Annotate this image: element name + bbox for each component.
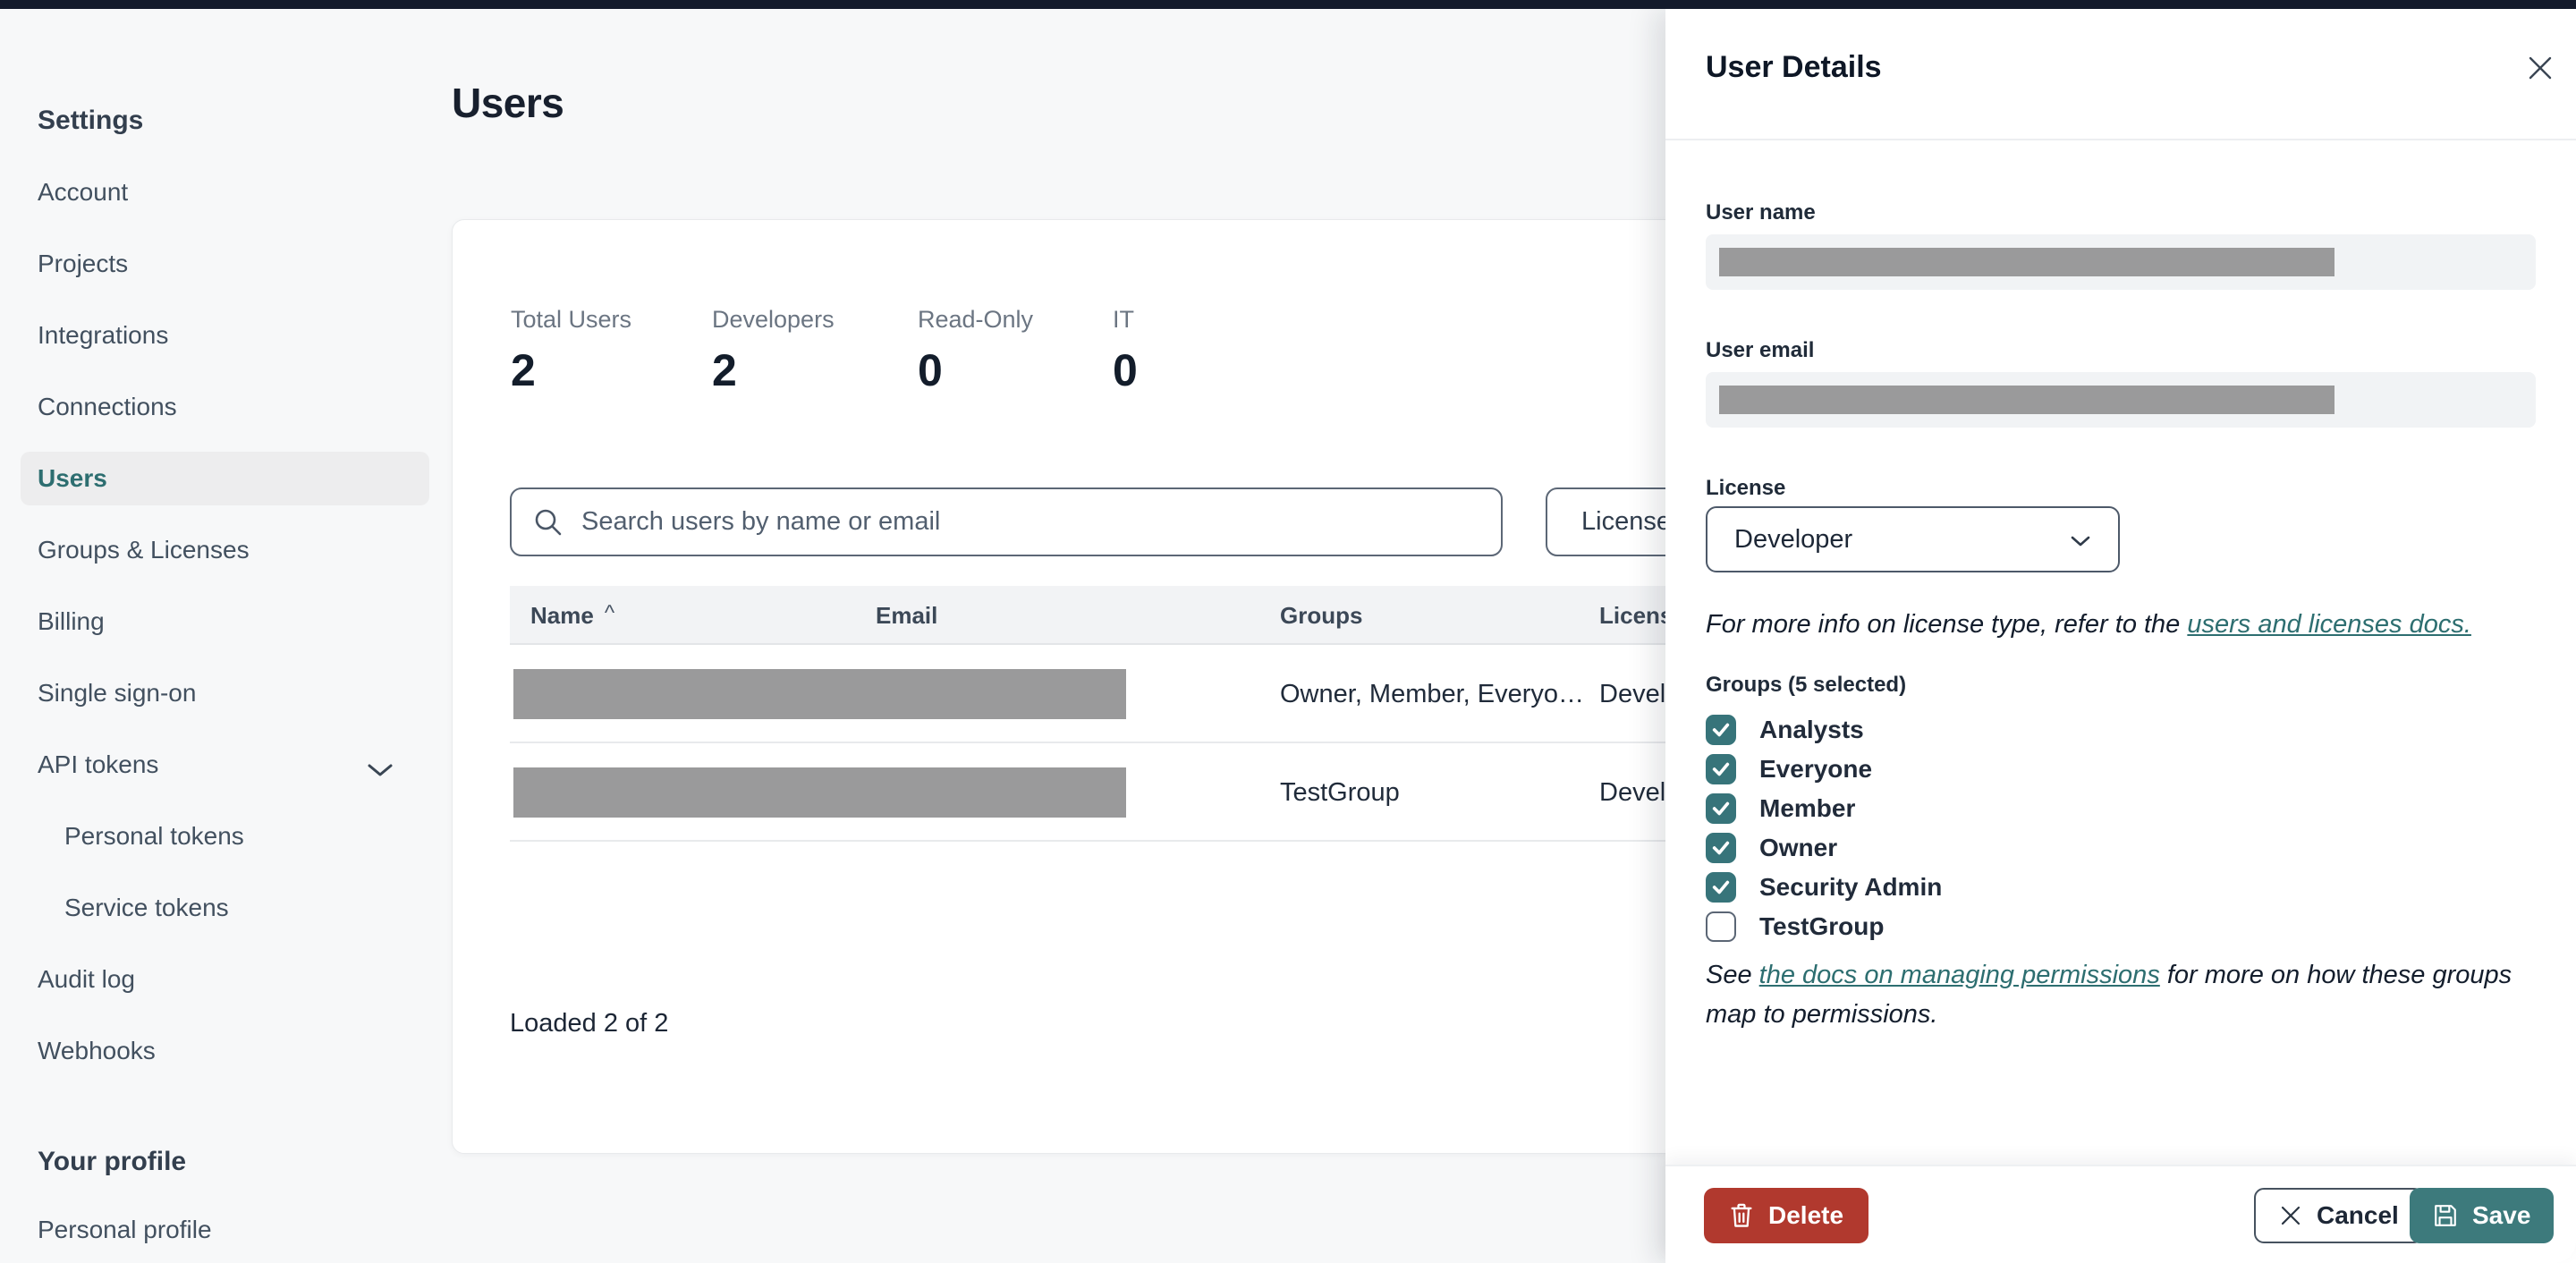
profile-sidebar: Personal profile — [21, 1203, 429, 1263]
check-icon — [1712, 801, 1730, 816]
delete-button[interactable]: Delete — [1704, 1188, 1869, 1243]
sidebar-item-account[interactable]: Account — [21, 165, 429, 219]
groups-label: Groups (5 selected) — [1706, 673, 1907, 697]
group-option-analysts[interactable]: Analysts — [1706, 713, 1864, 747]
settings-sidebar: Account Projects Integrations Connection… — [21, 165, 429, 1096]
sidebar-item-connections[interactable]: Connections — [21, 380, 429, 434]
checkbox[interactable] — [1706, 793, 1736, 824]
checkbox[interactable] — [1706, 754, 1736, 784]
stat-total-users: Total Users 2 — [511, 306, 632, 395]
sidebar-item-audit-log[interactable]: Audit log — [21, 953, 429, 1006]
redacted-name-email — [513, 767, 1126, 818]
close-icon[interactable] — [2522, 50, 2558, 86]
page-title: Users — [452, 80, 564, 126]
column-header-email[interactable]: Email — [876, 586, 937, 645]
redacted-value — [1719, 386, 2334, 414]
users-licenses-docs-link[interactable]: users and licenses docs. — [2187, 610, 2471, 639]
stat-it: IT 0 — [1113, 306, 1138, 395]
search-input[interactable] — [510, 487, 1503, 556]
divider — [1665, 139, 2576, 140]
sidebar-item-personal-profile[interactable]: Personal profile — [21, 1203, 429, 1257]
group-option-security-admin[interactable]: Security Admin — [1706, 870, 1942, 904]
sidebar-item-single-sign-on[interactable]: Single sign-on — [21, 666, 429, 720]
group-option-testgroup[interactable]: TestGroup — [1706, 910, 1884, 944]
group-option-member[interactable]: Member — [1706, 792, 1855, 826]
check-icon — [1712, 762, 1730, 776]
chevron-down-icon — [367, 756, 394, 784]
app-top-bar — [0, 0, 2576, 9]
sidebar-item-billing[interactable]: Billing — [21, 595, 429, 648]
user-email-field[interactable] — [1706, 372, 2536, 428]
redacted-value — [1719, 248, 2334, 276]
sidebar-item-api-tokens[interactable]: API tokens — [21, 738, 429, 792]
stat-developers: Developers 2 — [712, 306, 835, 395]
user-name-field[interactable] — [1706, 234, 2536, 290]
redacted-name-email — [513, 669, 1126, 719]
user-email-label: User email — [1706, 338, 1815, 362]
permissions-note: See the docs on managing permissions for… — [1706, 961, 2512, 1029]
group-option-owner[interactable]: Owner — [1706, 831, 1837, 865]
sidebar-item-integrations[interactable]: Integrations — [21, 309, 429, 362]
column-header-name[interactable]: Name ^ — [530, 586, 614, 645]
cell-groups: TestGroup — [1280, 777, 1400, 807]
floppy-disk-icon — [2435, 1205, 2456, 1226]
cell-groups: Owner, Member, Everyo… — [1280, 679, 1585, 708]
sidebar-item-projects[interactable]: Projects — [21, 237, 429, 291]
check-icon — [1712, 880, 1730, 894]
load-status: Loaded 2 of 2 — [510, 1009, 669, 1038]
user-details-panel: User Details User name User email Licens… — [1665, 9, 2576, 1263]
x-icon — [2281, 1206, 2301, 1225]
stat-read-only: Read-Only 0 — [918, 306, 1034, 395]
trash-icon — [1731, 1203, 1752, 1227]
column-header-groups[interactable]: Groups — [1280, 586, 1362, 645]
your-profile-section-title: Your profile — [38, 1147, 187, 1176]
sort-asc-icon: ^ — [604, 601, 615, 625]
checkbox[interactable] — [1706, 911, 1736, 942]
chevron-down-icon — [2070, 525, 2091, 555]
license-select[interactable]: Developer — [1706, 506, 2120, 572]
managing-permissions-docs-link[interactable]: the docs on managing permissions — [1759, 961, 2160, 989]
sidebar-item-webhooks[interactable]: Webhooks — [21, 1024, 429, 1078]
checkbox[interactable] — [1706, 833, 1736, 863]
check-icon — [1712, 723, 1730, 737]
settings-section-title: Settings — [38, 106, 144, 135]
group-option-everyone[interactable]: Everyone — [1706, 752, 1872, 786]
sidebar-item-service-tokens[interactable]: Service tokens — [21, 881, 429, 935]
checkbox[interactable] — [1706, 715, 1736, 745]
license-label: License — [1706, 476, 1786, 500]
panel-footer: Delete Cancel Save — [1665, 1165, 2576, 1263]
sidebar-item-groups-licenses[interactable]: Groups & Licenses — [21, 523, 429, 577]
search-users — [510, 487, 1503, 556]
check-icon — [1712, 841, 1730, 855]
sidebar-item-users[interactable]: Users — [21, 452, 429, 505]
checkbox[interactable] — [1706, 872, 1736, 903]
license-note: For more info on license type, refer to … — [1706, 610, 2471, 639]
cancel-button[interactable]: Cancel — [2254, 1188, 2424, 1243]
panel-title: User Details — [1706, 50, 1882, 84]
save-button[interactable]: Save — [2410, 1188, 2555, 1243]
sidebar-item-personal-tokens[interactable]: Personal tokens — [21, 810, 429, 863]
user-name-label: User name — [1706, 200, 1816, 225]
